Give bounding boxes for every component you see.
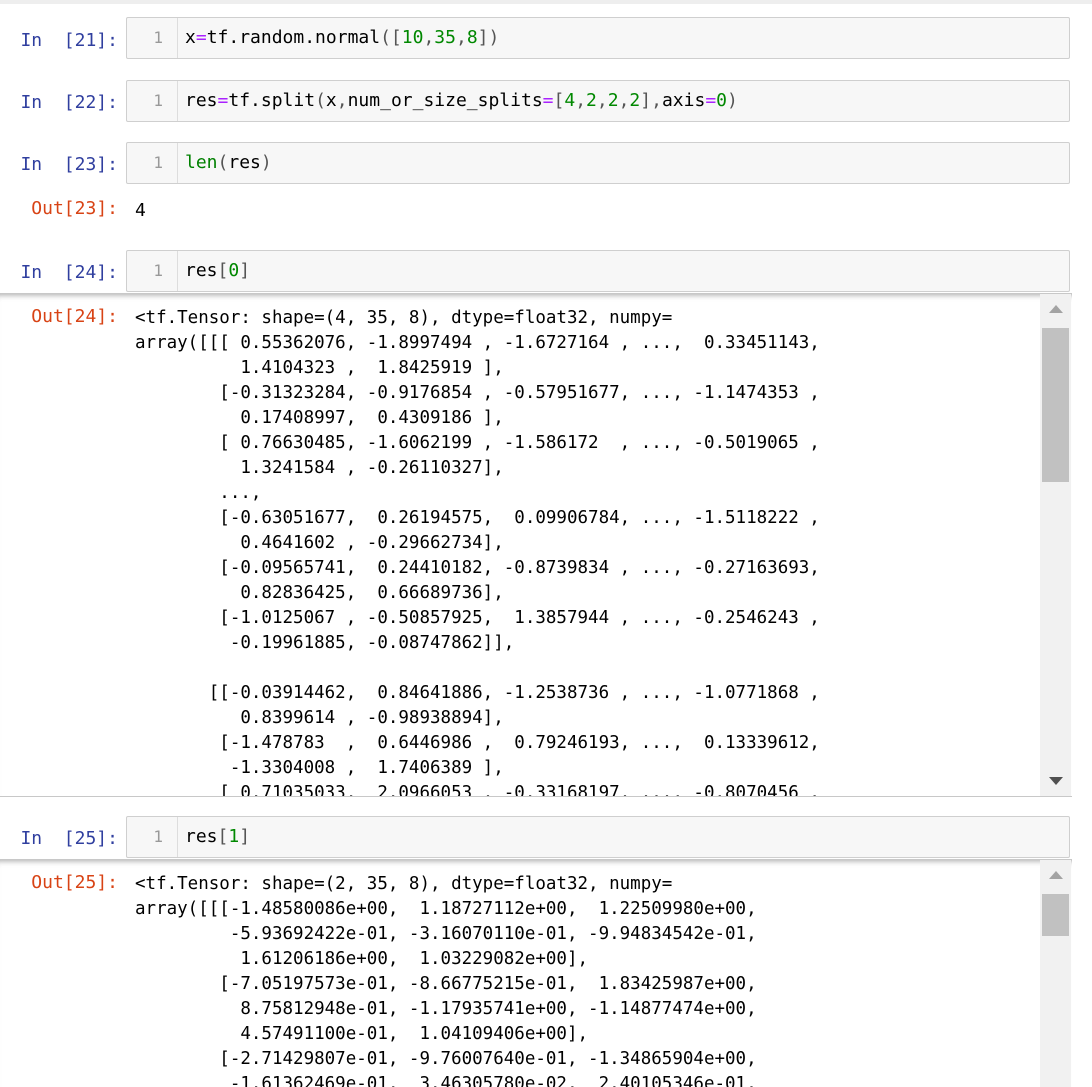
scroll-up-arrow-icon[interactable] [1049, 871, 1063, 879]
input-prompt-24: In [24]: [20, 262, 118, 283]
code-line[interactable]: res[1] [185, 825, 250, 849]
input-prompt-21: In [21]: [20, 30, 118, 51]
scrollbar-thumb[interactable] [1042, 328, 1069, 482]
input-prompt-25: In [25]: [20, 828, 118, 849]
output-scrollbar[interactable] [1040, 860, 1071, 1087]
output-prompt-23: Out[23]: [31, 198, 118, 219]
line-number-gutter: 1 [127, 143, 178, 183]
line-number-gutter: 1 [127, 18, 178, 58]
code-line[interactable]: res=tf.split(x,num_or_size_splits=[4,2,2… [185, 89, 738, 113]
input-prompt-23: In [23]: [20, 154, 118, 175]
line-number-gutter: 1 [127, 251, 178, 291]
code-line[interactable]: x=tf.random.normal([10,35,8]) [185, 26, 499, 50]
scroll-down-arrow-icon[interactable] [1049, 777, 1063, 785]
line-number: 1 [153, 28, 163, 47]
output-scroll-area-25[interactable]: Out[25]: <tf.Tensor: shape=(2, 35, 8), d… [0, 859, 1072, 1087]
code-cell-24[interactable]: 1 res[0] [126, 250, 1070, 292]
code-cell-22[interactable]: 1 res=tf.split(x,num_or_size_splits=[4,2… [126, 80, 1070, 122]
scroll-up-arrow-icon[interactable] [1049, 305, 1063, 313]
top-strip [0, 0, 1092, 4]
code-cell-23[interactable]: 1 len(res) [126, 142, 1070, 184]
line-number: 1 [153, 827, 163, 846]
output-text-23: 4 [135, 200, 146, 221]
code-line[interactable]: res[0] [185, 259, 250, 283]
line-number-gutter: 1 [127, 81, 178, 121]
code-cell-25[interactable]: 1 res[1] [126, 816, 1070, 858]
output-scroll-area-24[interactable]: Out[24]: <tf.Tensor: shape=(4, 35, 8), d… [0, 293, 1072, 797]
line-number: 1 [153, 153, 163, 172]
output-prompt-24: Out[24]: [31, 306, 118, 327]
output-prompt-25: Out[25]: [31, 872, 118, 893]
scrollbar-thumb[interactable] [1042, 894, 1069, 936]
code-cell-21[interactable]: 1 x=tf.random.normal([10,35,8]) [126, 17, 1070, 59]
output-text-24: <tf.Tensor: shape=(4, 35, 8), dtype=floa… [135, 308, 820, 797]
input-prompt-22: In [22]: [20, 92, 118, 113]
line-number: 1 [153, 261, 163, 280]
line-number-gutter: 1 [127, 817, 178, 857]
line-number: 1 [153, 91, 163, 110]
output-scrollbar[interactable] [1040, 294, 1071, 796]
code-line[interactable]: len(res) [185, 151, 272, 175]
output-text-25: <tf.Tensor: shape=(2, 35, 8), dtype=floa… [135, 874, 757, 1087]
